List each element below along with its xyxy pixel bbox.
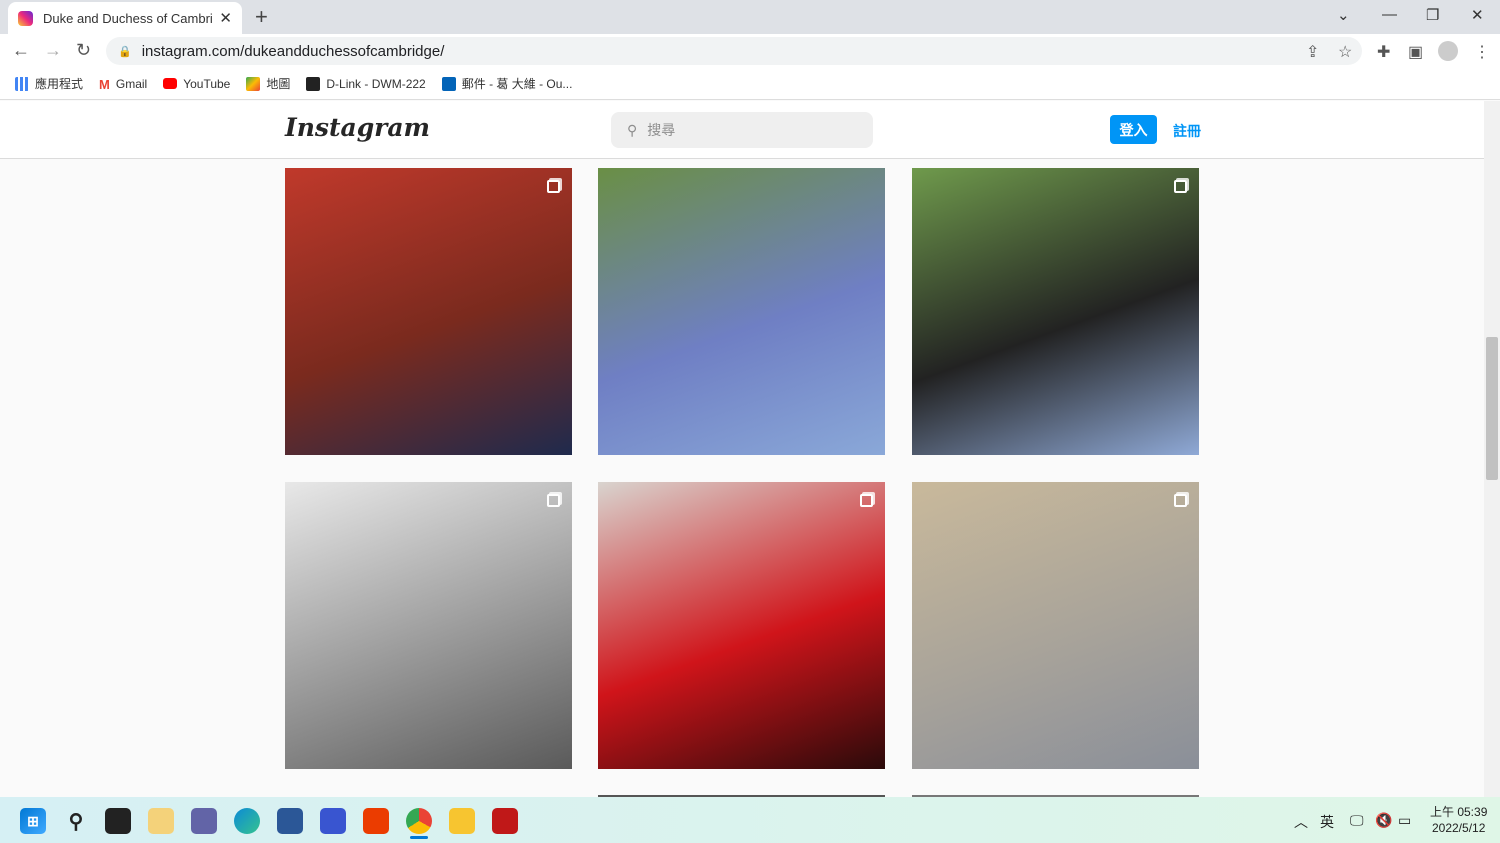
battery-icon[interactable]: ▭ [1398, 812, 1411, 829]
post-thumbnail[interactable] [912, 482, 1199, 769]
youtube-icon [163, 78, 178, 89]
bookmark-gmail[interactable]: M Gmail [99, 76, 148, 92]
tray-chevron-icon[interactable]: ︿ [1294, 812, 1308, 832]
carousel-icon [547, 494, 560, 507]
bookmark-dlink[interactable]: D-Link - DWM-222 [306, 76, 426, 91]
whiteboard-icon[interactable] [320, 808, 346, 834]
office-icon[interactable] [363, 808, 389, 834]
edge-icon[interactable] [234, 808, 260, 834]
bookmark-label: D-Link - DWM-222 [326, 76, 426, 91]
search-input[interactable]: ⚲ 搜尋 [611, 112, 873, 148]
back-icon[interactable]: ← [12, 40, 30, 61]
clock-time: 上午 05:39 [1430, 805, 1488, 819]
network-icon[interactable]: 🖵 [1350, 812, 1364, 829]
side-panel-icon[interactable]: ▣ [1408, 42, 1423, 62]
post-thumbnail[interactable] [912, 168, 1199, 455]
dlink-icon [306, 76, 321, 91]
chrome-icon[interactable] [406, 808, 432, 834]
carousel-icon [1174, 494, 1187, 507]
restore-button[interactable]: ❐ [1426, 6, 1439, 24]
menu-icon[interactable]: ⋮ [1474, 42, 1490, 62]
maps-icon [246, 76, 261, 91]
close-tab-icon[interactable]: ✕ [219, 9, 232, 27]
search-icon: ⚲ [627, 121, 638, 138]
bookmark-label: 地圖 [266, 77, 291, 91]
file-explorer-icon[interactable] [449, 808, 475, 834]
gmail-icon: M [99, 76, 110, 92]
carousel-icon [547, 180, 560, 193]
profile-avatar-icon[interactable] [1438, 41, 1458, 61]
instagram-logo[interactable]: Instagram [285, 113, 430, 142]
instagram-favicon-icon [18, 10, 33, 26]
clock-date: 2022/5/12 [1431, 821, 1486, 835]
reload-icon[interactable]: ↻ [76, 40, 91, 61]
tab-title: Duke and Duchess of Cambridge [43, 10, 213, 26]
login-button[interactable]: 登入 [1110, 115, 1157, 144]
active-app-indicator [410, 836, 428, 839]
address-bar[interactable]: 🔒 instagram.com/dukeandduchessofcambridg… [106, 37, 1362, 65]
carousel-icon [860, 494, 873, 507]
close-window-button[interactable]: ✕ [1471, 6, 1484, 24]
ime-indicator[interactable]: 英 [1320, 812, 1334, 832]
start-icon[interactable]: ⊞ [20, 808, 46, 834]
outlook-icon [441, 76, 456, 91]
tab-instagram[interactable]: Duke and Duchess of Cambridge ✕ [8, 2, 242, 34]
tab-search-icon[interactable]: ⌄ [1337, 6, 1350, 24]
lock-icon: 🔒 [118, 45, 132, 58]
carousel-icon [1174, 180, 1187, 193]
chat-icon[interactable] [191, 808, 217, 834]
extensions-icon[interactable]: ✚ [1377, 42, 1390, 62]
bookmark-youtube[interactable]: YouTube [163, 77, 230, 91]
bookmark-label: 應用程式 [35, 77, 84, 91]
bookmark-label: Gmail [115, 76, 148, 91]
url-text: instagram.com/dukeandduchessofcambridge/ [141, 42, 445, 60]
post-thumbnail[interactable] [285, 482, 572, 769]
apps-grid-icon [15, 76, 29, 91]
signup-link[interactable]: 註冊 [1173, 121, 1201, 141]
post-thumbnail[interactable] [598, 168, 885, 455]
taskbar [0, 797, 1500, 843]
bookmark-star-icon[interactable]: ☆ [1338, 42, 1352, 62]
bookmark-label: 郵件 - 葛 大維 - Ou... [461, 77, 573, 91]
share-icon[interactable]: ⇪ [1306, 42, 1319, 62]
store-icon[interactable] [277, 808, 303, 834]
minimize-button[interactable]: — [1382, 6, 1397, 23]
bookmarks-bar: 應用程式 M Gmail YouTube 地圖 D-Link - DWM-222 … [0, 68, 1500, 100]
weather-icon[interactable] [148, 808, 174, 834]
volume-muted-icon[interactable]: 🔇 [1375, 812, 1392, 829]
bookmark-label: YouTube [183, 76, 231, 91]
scrollbar-thumb[interactable] [1486, 337, 1498, 480]
task-view-icon[interactable] [105, 808, 131, 834]
bookmark-apps[interactable]: 應用程式 [15, 75, 83, 92]
mcafee-icon[interactable] [492, 808, 518, 834]
post-thumbnail[interactable] [285, 168, 572, 455]
forward-icon[interactable]: → [44, 40, 62, 61]
new-tab-button[interactable]: + [255, 4, 268, 30]
bookmark-outlook[interactable]: 郵件 - 葛 大維 - Ou... [441, 75, 573, 92]
search-taskbar-icon[interactable]: ⚲ [63, 808, 89, 834]
post-thumbnail[interactable] [598, 482, 885, 769]
search-placeholder: 搜尋 [647, 122, 676, 138]
clock[interactable]: 上午 05:39 2022/5/12 [1430, 804, 1487, 836]
bookmark-maps[interactable]: 地圖 [246, 75, 290, 92]
